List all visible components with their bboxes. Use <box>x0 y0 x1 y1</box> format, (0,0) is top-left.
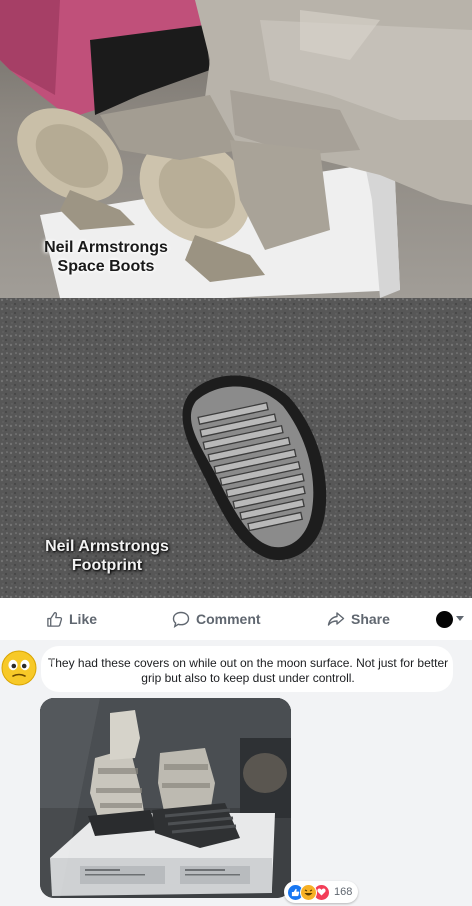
thumbs-up-icon <box>47 611 63 627</box>
post-action-bar: Like Comment Share <box>0 598 472 641</box>
commenter-avatar[interactable] <box>1 650 37 686</box>
chevron-down-icon <box>456 616 464 621</box>
comment-prefix: ! <box>50 656 54 670</box>
comment-photo-boots-display[interactable] <box>40 698 291 898</box>
share-arrow-icon <box>327 612 345 626</box>
share-audience-selector[interactable] <box>436 598 464 640</box>
like-button[interactable]: Like <box>46 598 97 640</box>
boots-display-illustration <box>40 698 291 898</box>
comment-icon <box>172 611 190 628</box>
post-photo-space-boots[interactable]: Neil Armstrongs Space Boots <box>0 0 472 298</box>
footprint-caption: Neil Armstrongs Footprint <box>45 538 169 574</box>
haha-icon <box>300 883 317 901</box>
space-boots-caption: Neil Armstrongs Space Boots <box>44 239 168 275</box>
profile-dot-icon <box>436 610 453 628</box>
comment-body: ! They had these covers on while out on … <box>46 656 450 686</box>
worried-face-emoji-icon <box>1 650 37 686</box>
post-photo-footprint[interactable]: Neil Armstrongs Footprint <box>0 298 472 598</box>
share-label: Share <box>351 611 390 627</box>
comment-button[interactable]: Comment <box>172 598 261 640</box>
reaction-count: 168 <box>334 886 353 898</box>
comment-label: Comment <box>196 611 261 627</box>
comment-text: They had these covers on while out on th… <box>47 656 449 685</box>
like-label: Like <box>69 611 98 627</box>
comment-reactions[interactable]: 168 <box>284 881 359 903</box>
share-button[interactable]: Share <box>327 598 390 640</box>
